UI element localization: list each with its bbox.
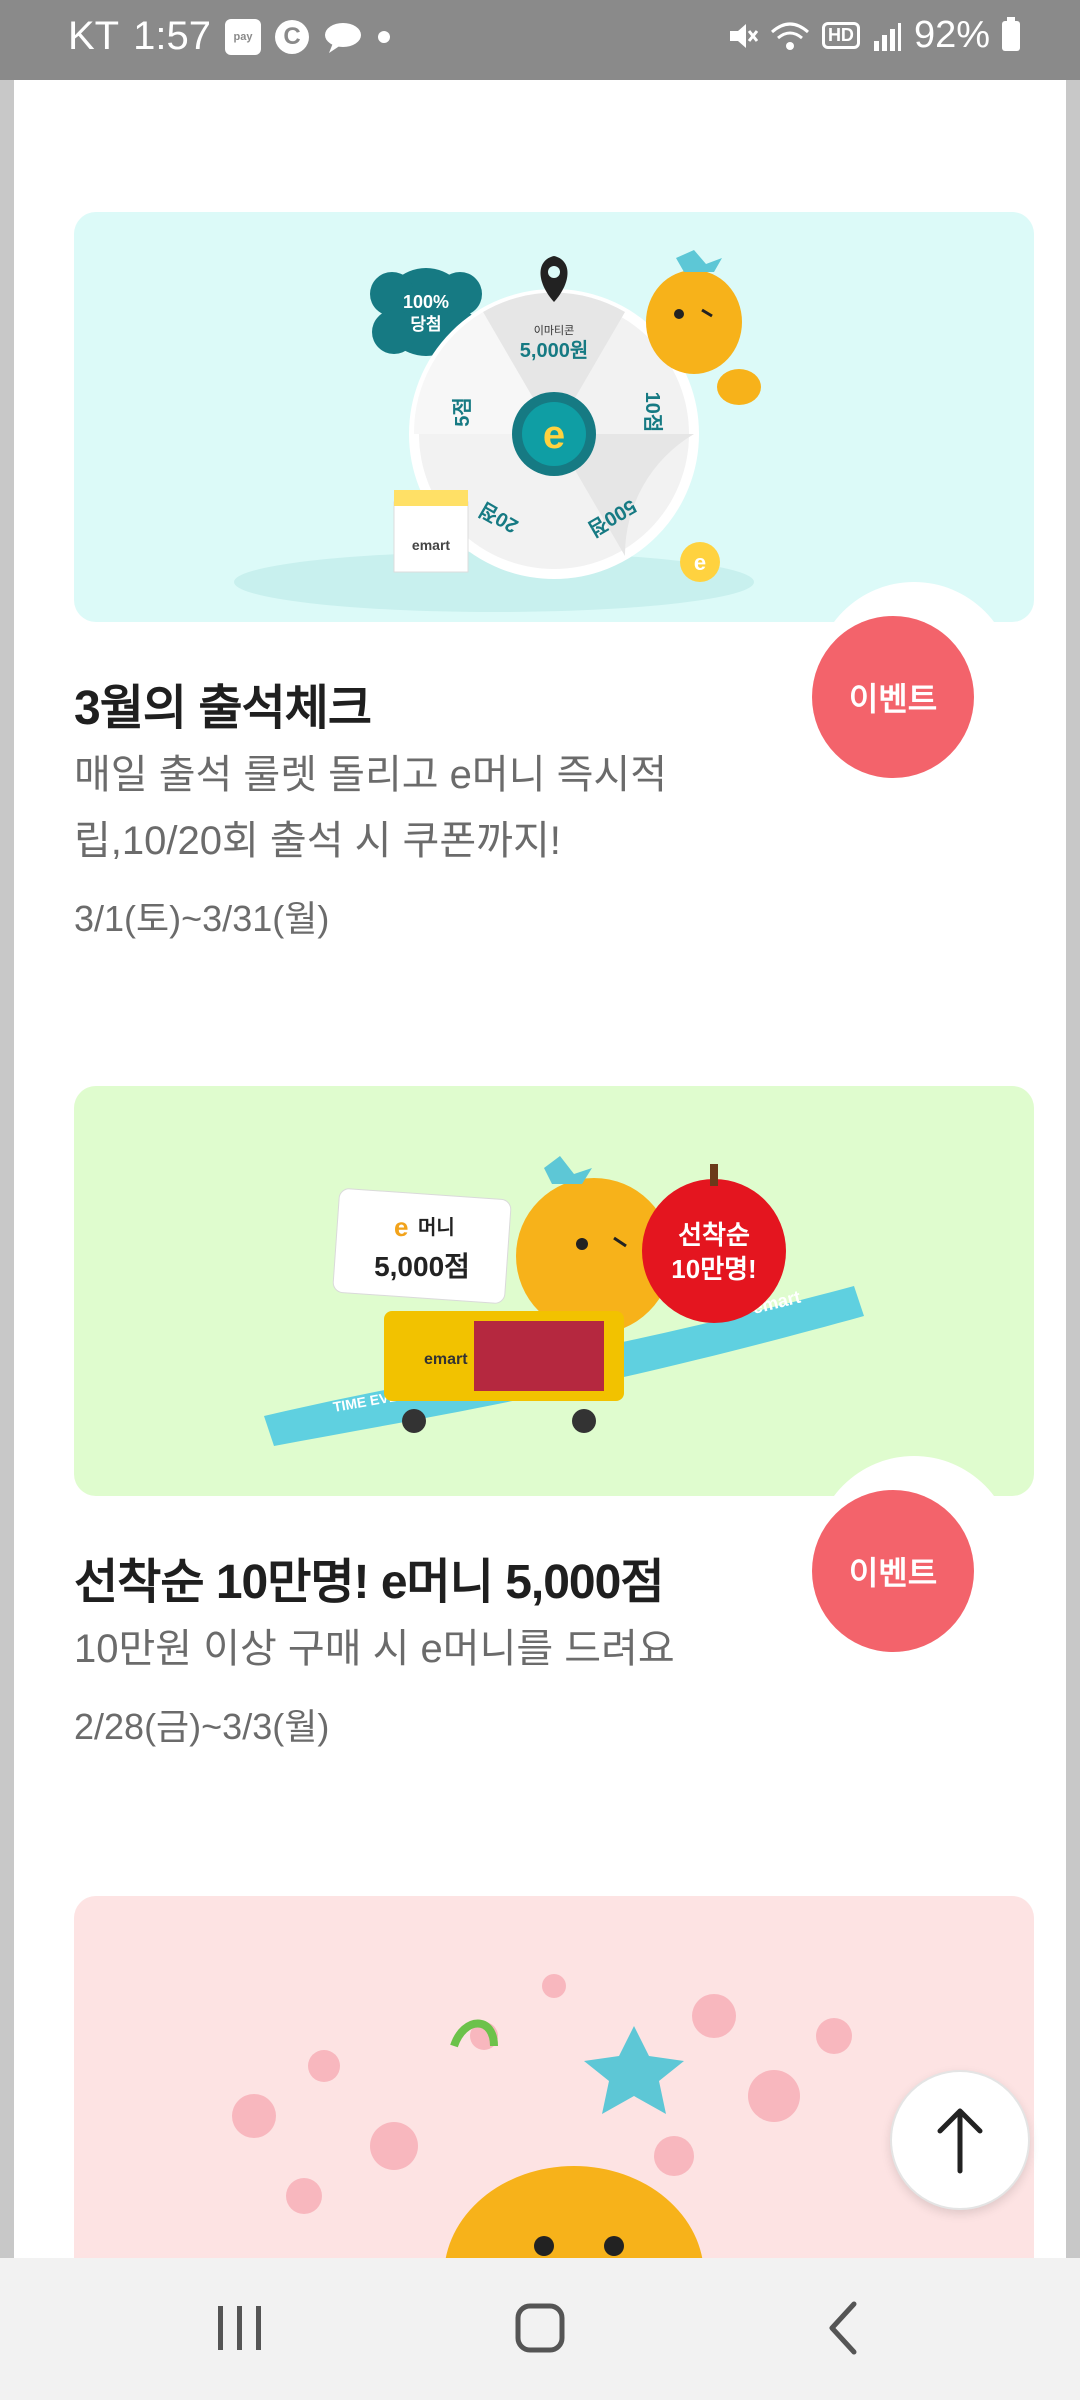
scroll-to-top-button[interactable] [890, 2070, 1030, 2210]
app-content: 100% 당첨 e 이마티콘 5,000원 10점 500점 20점 5점 em… [14, 0, 1066, 2400]
event-description: 10만원 이상 구매 시 e머니를 드려요 [74, 1627, 675, 1671]
gift-brand-text: emart [412, 537, 450, 553]
home-icon [515, 2303, 565, 2353]
mascot-icon [646, 270, 742, 374]
event-title: 선착순 10만명! e머니 5,000점 [74, 1556, 664, 1609]
apple-line2: 10만명! [671, 1254, 756, 1284]
ticket-value: 5,000점 [374, 1251, 470, 1282]
event-period: 3/1(토)~3/31(월) [74, 898, 330, 939]
emoney-illustration: TIME EVENT emart e 머니 5,000점 emart 선착순 1… [264, 1156, 864, 1446]
cart-brand: emart [424, 1351, 468, 1368]
guarantee-text-1: 100% [403, 292, 449, 312]
svg-text:e: e [694, 550, 706, 575]
mute-icon [726, 20, 758, 52]
event-badge: 이벤트 [812, 616, 974, 778]
recent-apps-icon [218, 2306, 261, 2350]
roulette-illustration: 100% 당첨 e 이마티콘 5,000원 10점 500점 20점 5점 em… [234, 250, 761, 612]
chat-icon [323, 21, 363, 53]
slot-top-value: 5,000원 [520, 339, 588, 362]
event-badge: 이벤트 [812, 1490, 974, 1652]
battery-percent: 92% [913, 14, 990, 56]
arrow-up-icon [937, 2108, 983, 2174]
apple-badge: 선착순 10만명! [642, 1164, 786, 1323]
carrier-label: KT [68, 14, 120, 58]
signal-icon [872, 21, 902, 51]
event-banner-image[interactable] [74, 1896, 1034, 2316]
navigation-bar [0, 2258, 1080, 2400]
event-banner-image[interactable]: 100% 당첨 e 이마티콘 5,000원 10점 500점 20점 5점 em… [74, 212, 1034, 622]
home-button[interactable] [510, 2298, 570, 2363]
slot-left: 5점 [451, 397, 474, 427]
c-icon: C [274, 19, 309, 54]
guarantee-text-2: 당첨 [410, 314, 441, 334]
battery-icon [1002, 16, 1020, 51]
ticket-e: e [394, 1212, 408, 1242]
hd-icon: HD [821, 22, 860, 49]
slot-right: 10점 [641, 392, 664, 433]
svg-text:e: e [543, 413, 565, 457]
slot-top-label: 이마티콘 [534, 324, 574, 337]
recent-apps-button[interactable] [210, 2298, 270, 2363]
event-title: 3월의 출석체크 [74, 682, 372, 735]
notification-dot-icon [377, 30, 391, 44]
ticket-label: 머니 [418, 1216, 455, 1239]
event-banner-image[interactable]: TIME EVENT emart e 머니 5,000점 emart 선착순 1… [74, 1086, 1034, 1496]
blossom-illustration [232, 1974, 852, 2316]
back-button[interactable] [816, 2298, 876, 2363]
apple-line1: 선착순 [678, 1220, 750, 1250]
status-bar: KT 1:57 pay C HD 92% [0, 0, 1080, 80]
event-description: 매일 출석 룰렛 돌리고 e머니 즉시적립,10/20회 출석 시 쿠폰까지! [74, 753, 668, 863]
emoney-ticket: e 머니 5,000점 [332, 1188, 512, 1304]
clock: 1:57 [133, 14, 211, 58]
wifi-icon [770, 20, 810, 52]
back-icon [829, 2301, 857, 2355]
pay-icon: pay [224, 18, 261, 55]
event-period: 2/28(금)~3/3(월) [74, 1706, 330, 1747]
star-icon [584, 2026, 684, 2114]
